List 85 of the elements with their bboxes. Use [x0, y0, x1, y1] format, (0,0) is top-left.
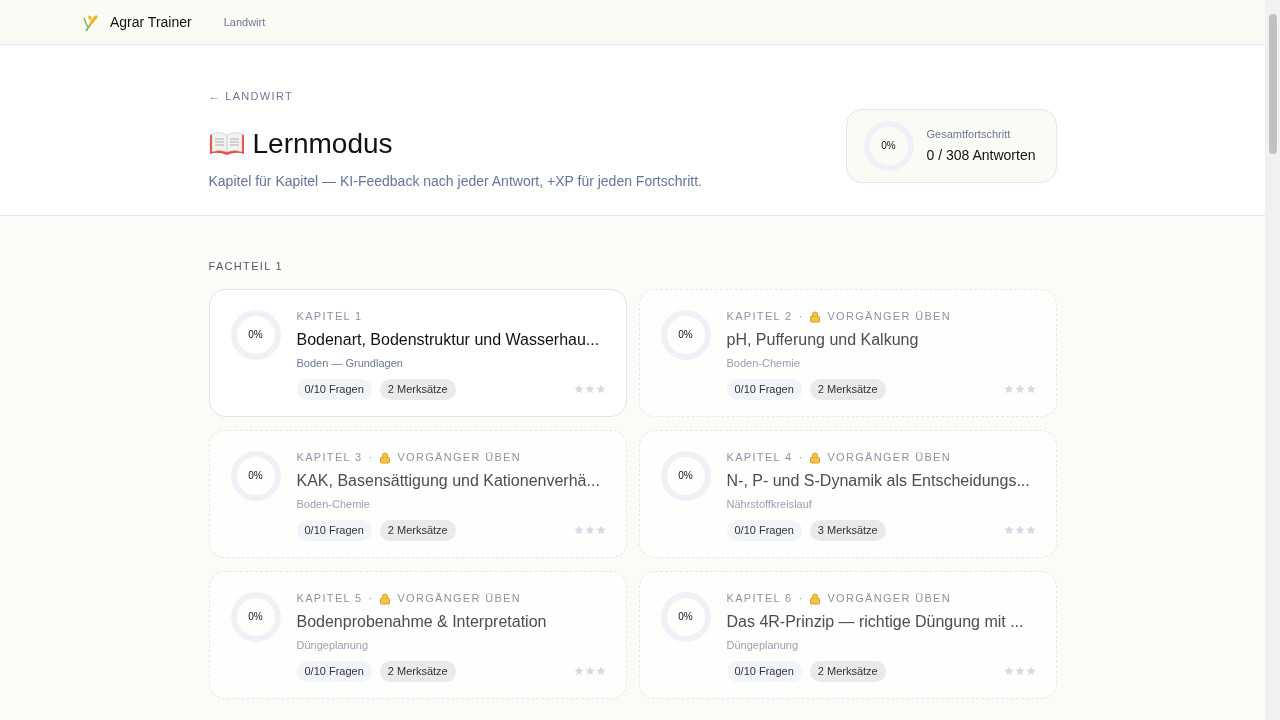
- back-link[interactable]: ← LANDWIRT: [208, 90, 293, 102]
- separator-dot: ·: [368, 450, 374, 466]
- separator-dot: ·: [368, 591, 374, 607]
- nav-link[interactable]: Landwirt: [223, 13, 266, 31]
- chapter-title: Bodenart, Bodenstruktur und Wasserhau...: [296, 329, 601, 350]
- chapter-card[interactable]: 0% KAPITEL 3 · VORGÄNGER ÜBEN KAK, Basensättigung und Kationenverhä... Boden-Chemie 0/10 Fragen 2 Merksätze: [208, 429, 627, 558]
- chapter-title: Bodenprobenahme & Interpretation: [296, 611, 548, 632]
- overall-label: Gesamtfortschritt: [926, 127, 1012, 143]
- star-icon: [584, 525, 595, 536]
- lock-icon: [379, 451, 392, 464]
- chapter-card[interactable]: 0% KAPITEL 4 · VORGÄNGER ÜBEN N-, P- und S-Dynamik als Entscheidungs... Nährstoffkreislauf 0/10 Fragen 3 Merksätze: [638, 429, 1057, 558]
- chapter-title: pH, Pufferung und Kalkung: [726, 329, 920, 350]
- chapter-topic: Boden-Chemie: [726, 355, 801, 371]
- lock-icon: [809, 592, 822, 605]
- lock-icon: [809, 451, 822, 464]
- chapter-number: KAPITEL 6: [726, 591, 793, 607]
- page-title: Lernmodus: [252, 127, 393, 161]
- chapter-card[interactable]: 0% KAPITEL 6 · VORGÄNGER ÜBEN Das 4R-Prinzip — richtige Düngung mit ... Düngeplanung 0/10 Fragen 2 Merksätze: [638, 570, 1057, 699]
- overall-value: 0 / 308 Antworten: [926, 145, 1036, 165]
- star-icon: [1003, 525, 1014, 536]
- progress-percent: 0%: [678, 611, 693, 622]
- star-icon: [573, 384, 584, 395]
- questions-count: 0/10 Fragen: [726, 661, 802, 682]
- questions-count: 0/10 Fragen: [726, 379, 802, 400]
- chapter-title: N-, P- und S-Dynamik als Entscheidungs...: [726, 470, 1031, 491]
- questions-count: 0/10 Fragen: [296, 520, 372, 541]
- facts-count: 3 Merksätze: [809, 520, 886, 541]
- star-icon: [595, 525, 606, 536]
- questions-count: 0/10 Fragen: [296, 661, 372, 682]
- star-icon: [595, 666, 606, 677]
- star-icon: [1003, 666, 1014, 677]
- progress-percent: 0%: [248, 329, 263, 340]
- chapter-card[interactable]: 0% KAPITEL 5 · VORGÄNGER ÜBEN Bodenprobenahme & Interpretation Düngeplanung 0/10 Fragen 2 Merksätze: [208, 570, 627, 699]
- chapter-topic: Düngeplanung: [726, 637, 800, 653]
- star-icon: [584, 384, 595, 395]
- star-icon: [1003, 384, 1014, 395]
- chapter-title: Das 4R-Prinzip — richtige Düngung mit ...: [726, 611, 1025, 632]
- facts-count: 2 Merksätze: [379, 379, 456, 400]
- chapter-topic: Düngeplanung: [296, 637, 370, 653]
- star-icon: [573, 666, 584, 677]
- chapter-card[interactable]: 0% KAPITEL 1 Bodenart, Bodenstruktur und Wasserhau... Boden — Grundlagen 0/10 Fragen 2 Merksätze: [208, 288, 627, 417]
- lock-note: VORGÄNGER ÜBEN: [827, 309, 951, 325]
- star-icon: [1014, 525, 1025, 536]
- questions-count: 0/10 Fragen: [726, 520, 802, 541]
- chapter-number: KAPITEL 3: [296, 450, 363, 466]
- star-icon: [595, 384, 606, 395]
- facts-count: 2 Merksätze: [379, 520, 456, 541]
- progress-percent: 0%: [678, 329, 693, 340]
- chapter-topic: Boden — Grundlagen: [296, 355, 404, 371]
- chapter-number: KAPITEL 5: [296, 591, 363, 607]
- brand-name: Agrar Trainer: [110, 12, 192, 32]
- chapter-number: KAPITEL 4: [726, 450, 793, 466]
- lock-note: VORGÄNGER ÜBEN: [827, 450, 951, 466]
- chapter-card[interactable]: 0% KAPITEL 2 · VORGÄNGER ÜBEN pH, Pufferung und Kalkung Boden-Chemie 0/10 Fragen 2 Merksätze: [638, 288, 1057, 417]
- star-icon: [1025, 525, 1036, 536]
- separator-dot: ·: [798, 450, 804, 466]
- chapter-number: KAPITEL 1: [296, 309, 363, 325]
- chapter-number: KAPITEL 2: [726, 309, 793, 325]
- lock-note: VORGÄNGER ÜBEN: [397, 450, 521, 466]
- progress-percent: 0%: [248, 611, 263, 622]
- book-icon: [208, 131, 245, 157]
- lock-icon: [809, 310, 822, 323]
- chapter-topic: Boden-Chemie: [296, 496, 371, 512]
- facts-count: 2 Merksätze: [809, 379, 886, 400]
- section-title: FACHTEIL 1: [208, 259, 285, 274]
- star-icon: [584, 666, 595, 677]
- star-icon: [1014, 384, 1025, 395]
- separator-dot: ·: [798, 591, 804, 607]
- star-icon: [1025, 666, 1036, 677]
- chapter-title: KAK, Basensättigung und Kationenverhä...: [296, 470, 601, 491]
- separator-dot: ·: [798, 309, 804, 325]
- progress-percent: 0%: [678, 470, 693, 481]
- star-icon: [1014, 666, 1025, 677]
- lock-icon: [379, 592, 392, 605]
- progress-percent: 0%: [881, 141, 896, 151]
- lock-note: VORGÄNGER ÜBEN: [827, 591, 951, 607]
- star-icon: [1025, 384, 1036, 395]
- questions-count: 0/10 Fragen: [296, 379, 372, 400]
- chapter-topic: Nährstoffkreislauf: [726, 496, 813, 512]
- star-icon: [573, 525, 584, 536]
- facts-count: 2 Merksätze: [379, 661, 456, 682]
- lock-note: VORGÄNGER ÜBEN: [397, 591, 521, 607]
- progress-percent: 0%: [248, 470, 263, 481]
- page-subtitle: Kapitel für Kapitel — KI-Feedback nach jeder Antwort, +XP für jeden Fortschritt.: [208, 172, 702, 191]
- facts-count: 2 Merksätze: [809, 661, 886, 682]
